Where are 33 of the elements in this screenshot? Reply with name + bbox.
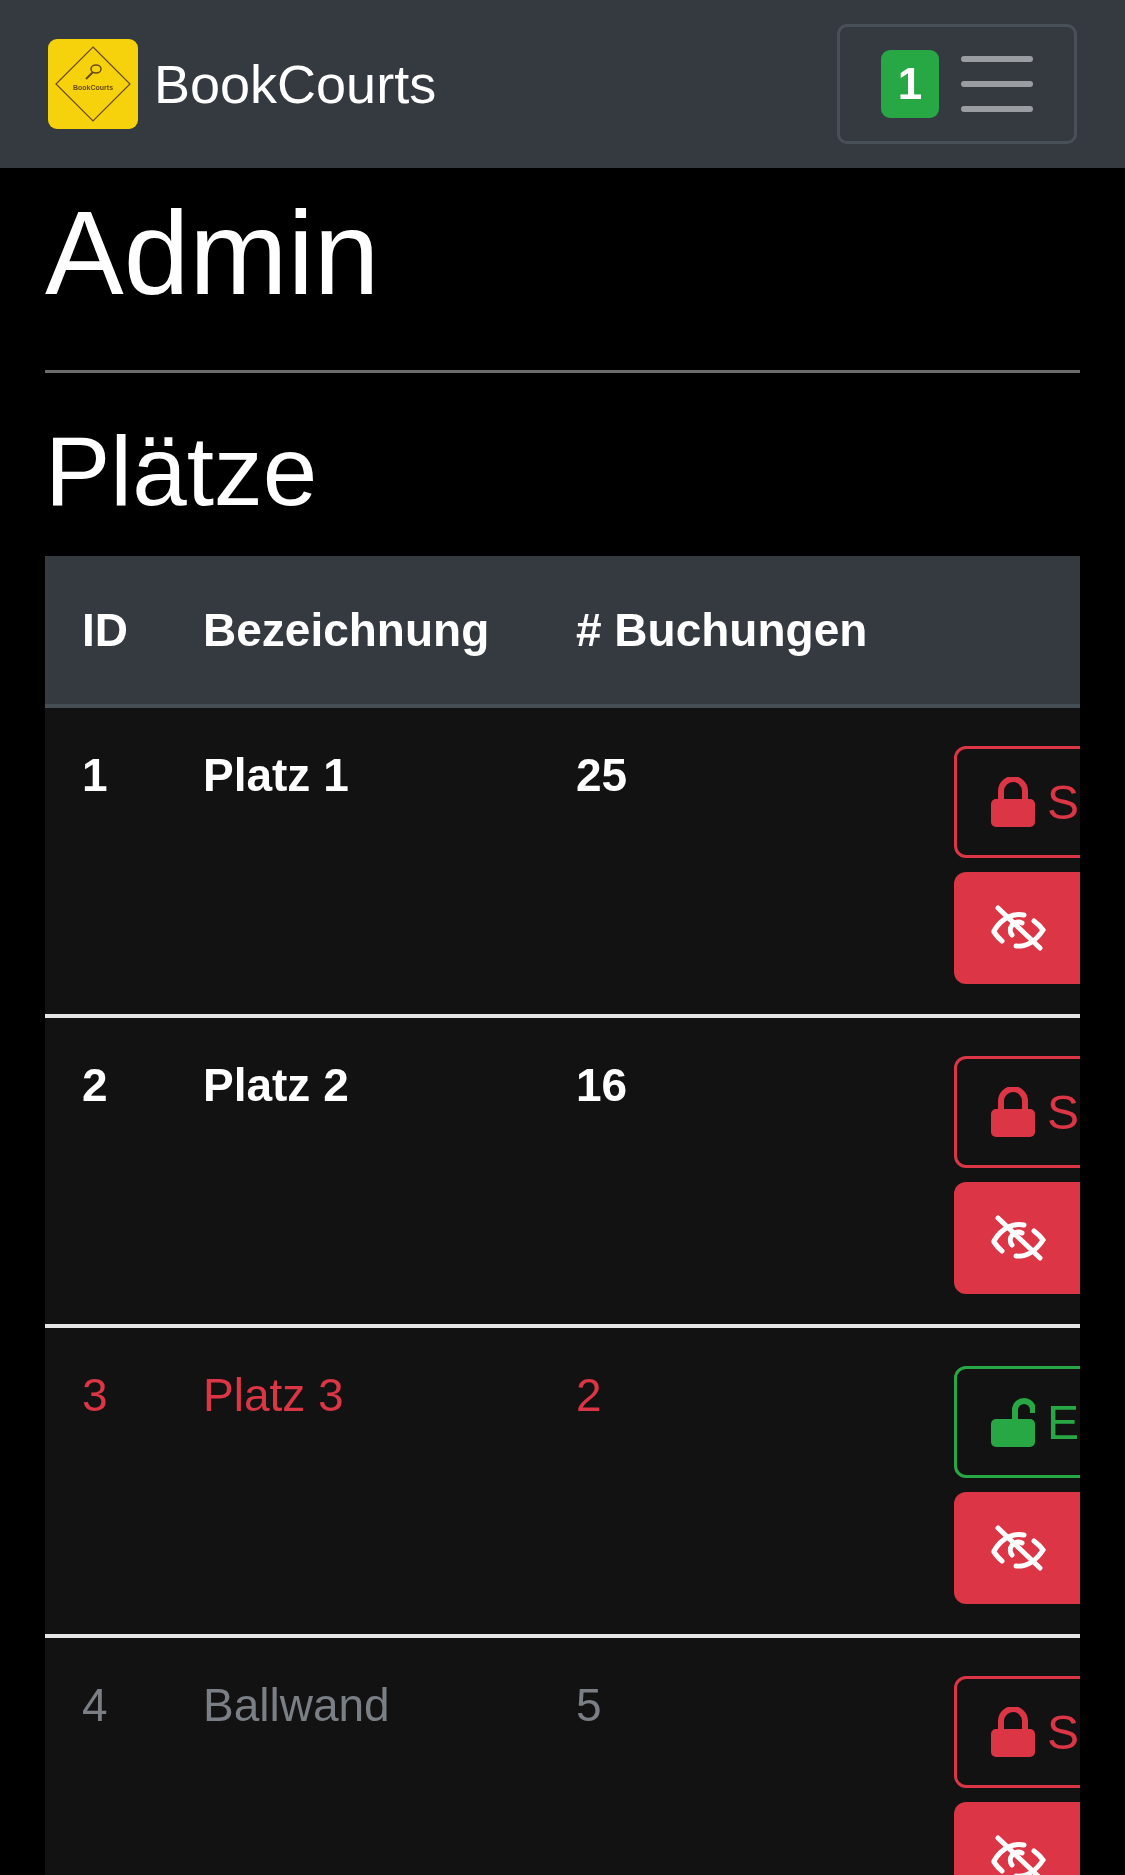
section-title: Plätze	[45, 414, 319, 528]
table-cell-text: 2	[576, 1368, 603, 1423]
table-cell-text: 25	[576, 748, 629, 803]
menu-button[interactable]: 1	[837, 24, 1077, 144]
unlock-button[interactable]: E	[954, 1366, 1080, 1479]
table-cell-text: Platz 3	[203, 1368, 345, 1423]
table-cell-text: 4	[81, 1678, 109, 1733]
lock-button[interactable]: S	[954, 1056, 1080, 1169]
eye-slash-icon	[988, 905, 1048, 952]
column-header: Bezeichnung	[203, 603, 491, 658]
lock-button[interactable]: S	[954, 1676, 1080, 1789]
table-cell-text: 1	[81, 748, 109, 803]
table-cell-text: Platz 2	[203, 1058, 350, 1113]
padlock-icon	[991, 1707, 1035, 1758]
table-cell-text: 2	[81, 1058, 109, 1113]
page-title: Admin	[45, 186, 381, 321]
table-cell-text: 16	[576, 1058, 629, 1113]
column-header: ID	[81, 603, 129, 658]
column-header: # Buchungen	[576, 603, 869, 658]
brand-name[interactable]: BookCourts	[154, 53, 437, 115]
table-cell-text: Platz 1	[203, 748, 350, 803]
notification-badge: 1	[881, 50, 939, 118]
padlock-icon	[991, 777, 1035, 828]
table-cell-text: 5	[576, 1678, 603, 1733]
table-cell-text: Ballwand	[203, 1678, 391, 1733]
padlock-icon	[991, 1087, 1035, 1138]
menu-icon	[961, 56, 1033, 112]
eye-slash-icon	[988, 1835, 1048, 1875]
eye-slash-icon	[988, 1215, 1048, 1262]
eye-slash-icon	[988, 1525, 1048, 1572]
open-padlock-icon	[991, 1397, 1035, 1448]
table-cell-text: 3	[81, 1368, 109, 1423]
lock-button[interactable]: S	[954, 746, 1080, 859]
